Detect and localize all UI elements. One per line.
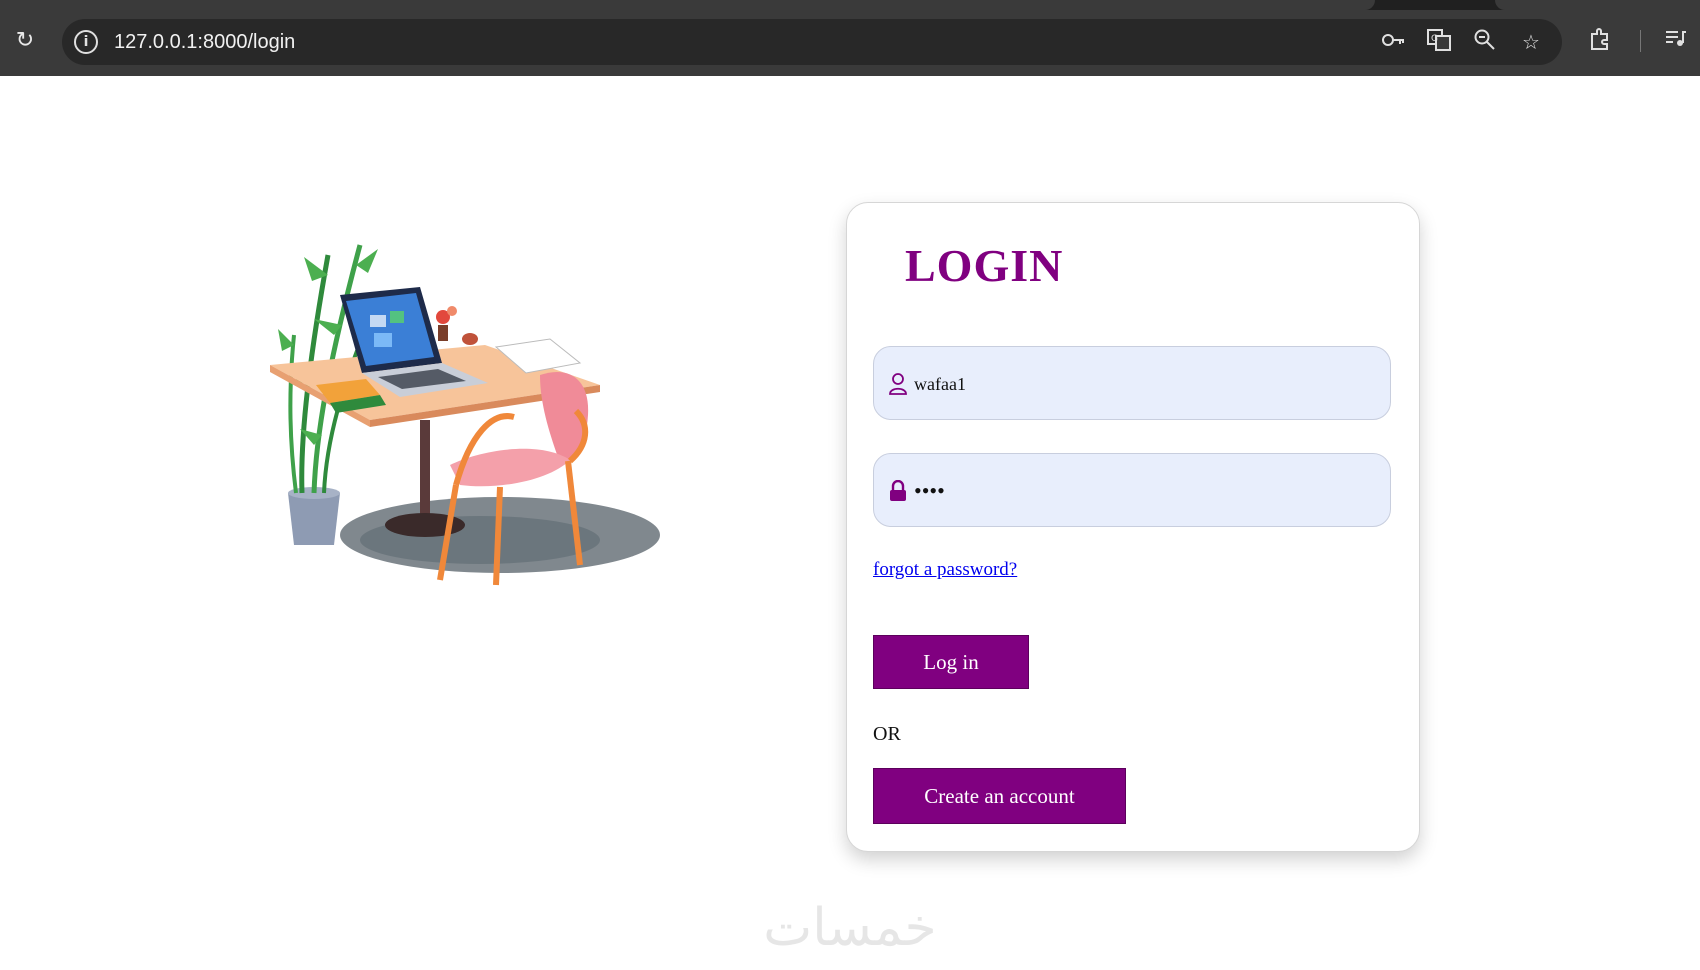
create-account-button[interactable]: Create an account <box>873 768 1126 824</box>
extensions-icon[interactable] <box>1586 26 1616 56</box>
login-card: LOGIN forgot a password? Log in OR Creat… <box>846 202 1420 852</box>
svg-text:G: G <box>1431 34 1438 44</box>
login-title: LOGIN <box>905 240 1064 291</box>
login-button[interactable]: Log in <box>873 635 1029 689</box>
zoom-icon[interactable] <box>1470 27 1500 57</box>
toolbar-divider <box>1640 30 1641 52</box>
forgot-password-link[interactable]: forgot a password? <box>873 559 1017 581</box>
username-input[interactable] <box>912 367 1376 401</box>
reload-icon[interactable]: ↻ <box>12 28 38 54</box>
password-key-icon[interactable] <box>1378 27 1408 57</box>
lock-icon <box>890 480 906 501</box>
address-bar-actions: G ☆ <box>1378 27 1546 57</box>
password-input[interactable] <box>912 474 1376 508</box>
desk-illustration <box>270 244 660 586</box>
site-info-icon[interactable]: i <box>74 30 98 54</box>
username-field[interactable] <box>873 346 1391 420</box>
or-separator: OR <box>873 723 901 745</box>
password-field[interactable] <box>873 453 1391 527</box>
url-text[interactable]: 127.0.0.1:8000/login <box>114 30 295 54</box>
address-bar[interactable]: i 127.0.0.1:8000/login G ☆ <box>62 19 1562 65</box>
active-tab-edge <box>0 0 1375 10</box>
browser-toolbar: ↻ i 127.0.0.1:8000/login G ☆ <box>0 0 1700 76</box>
translate-icon[interactable]: G <box>1424 27 1454 57</box>
user-icon <box>889 373 907 395</box>
media-controls-icon[interactable] <box>1660 26 1690 56</box>
tab-edge <box>1495 0 1700 10</box>
bookmark-star-icon[interactable]: ☆ <box>1516 27 1546 57</box>
watermark-logo: خمسات <box>763 898 937 958</box>
